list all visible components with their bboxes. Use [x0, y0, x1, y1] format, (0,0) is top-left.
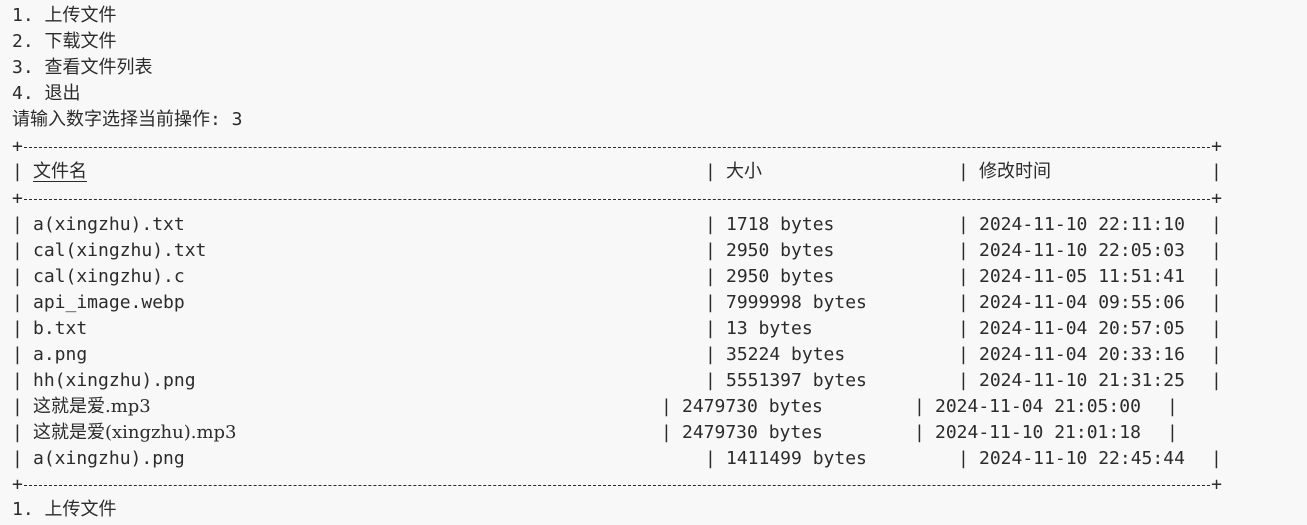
row-size: 35224 bytes: [726, 344, 846, 365]
menu-item-exit: 4. 退出: [12, 83, 81, 104]
table-border-top: + +: [12, 136, 1222, 157]
header-mtime: 修改时间: [979, 161, 1051, 182]
row-size: 1411499 bytes: [726, 448, 867, 469]
table-border-bottom: + +: [12, 474, 1222, 495]
row-size: 2479730 bytes: [682, 422, 823, 443]
row-filename: a.png: [33, 344, 88, 365]
row-mtime: 2024-11-10 21:01:18: [935, 422, 1141, 443]
row-filename: hh(xingzhu).png: [33, 370, 196, 391]
row-size: 2950 bytes: [726, 240, 835, 261]
row-size: 2950 bytes: [726, 266, 835, 287]
table-border-header: + +: [12, 188, 1222, 209]
row-size: 1718 bytes: [726, 214, 835, 235]
row-mtime: 2024-11-10 22:45:44: [979, 448, 1185, 469]
menu-item-download: 2. 下载文件: [12, 31, 117, 52]
row-mtime: 2024-11-04 20:57:05: [979, 318, 1185, 339]
row-filename: 这就是爱(xingzhu).mp3: [33, 422, 237, 443]
row-mtime: 2024-11-04 20:33:16: [979, 344, 1185, 365]
row-mtime: 2024-11-10 21:31:25: [979, 370, 1185, 391]
header-filename: 文件名: [33, 161, 87, 182]
row-size: 2479730 bytes: [682, 396, 823, 417]
menu-item-upload: 1. 上传文件: [12, 5, 117, 26]
row-filename: a(xingzhu).txt: [33, 214, 185, 235]
menu-item-upload-repeat: 1. 上传文件: [12, 499, 117, 520]
row-filename: a(xingzhu).png: [33, 448, 185, 469]
input-prompt: 请输入数字选择当前操作: 3: [12, 109, 243, 130]
row-filename: cal(xingzhu).txt: [33, 240, 207, 261]
row-filename: b.txt: [33, 318, 88, 339]
row-size: 7999998 bytes: [726, 292, 867, 313]
row-mtime: 2024-11-10 22:11:10: [979, 214, 1185, 235]
menu-item-list: 3. 查看文件列表: [12, 57, 153, 78]
row-mtime: 2024-11-04 21:05:00: [935, 396, 1141, 417]
row-size: 13 bytes: [726, 318, 813, 339]
row-size: 5551397 bytes: [726, 370, 867, 391]
row-mtime: 2024-11-04 09:55:06: [979, 292, 1185, 313]
row-mtime: 2024-11-05 11:51:41: [979, 266, 1185, 287]
row-filename: 这就是爱.mp3: [33, 396, 151, 417]
header-size: 大小: [726, 161, 762, 182]
row-mtime: 2024-11-10 22:05:03: [979, 240, 1185, 261]
row-filename: api_image.webp: [33, 292, 185, 313]
row-filename: cal(xingzhu).c: [33, 266, 185, 287]
